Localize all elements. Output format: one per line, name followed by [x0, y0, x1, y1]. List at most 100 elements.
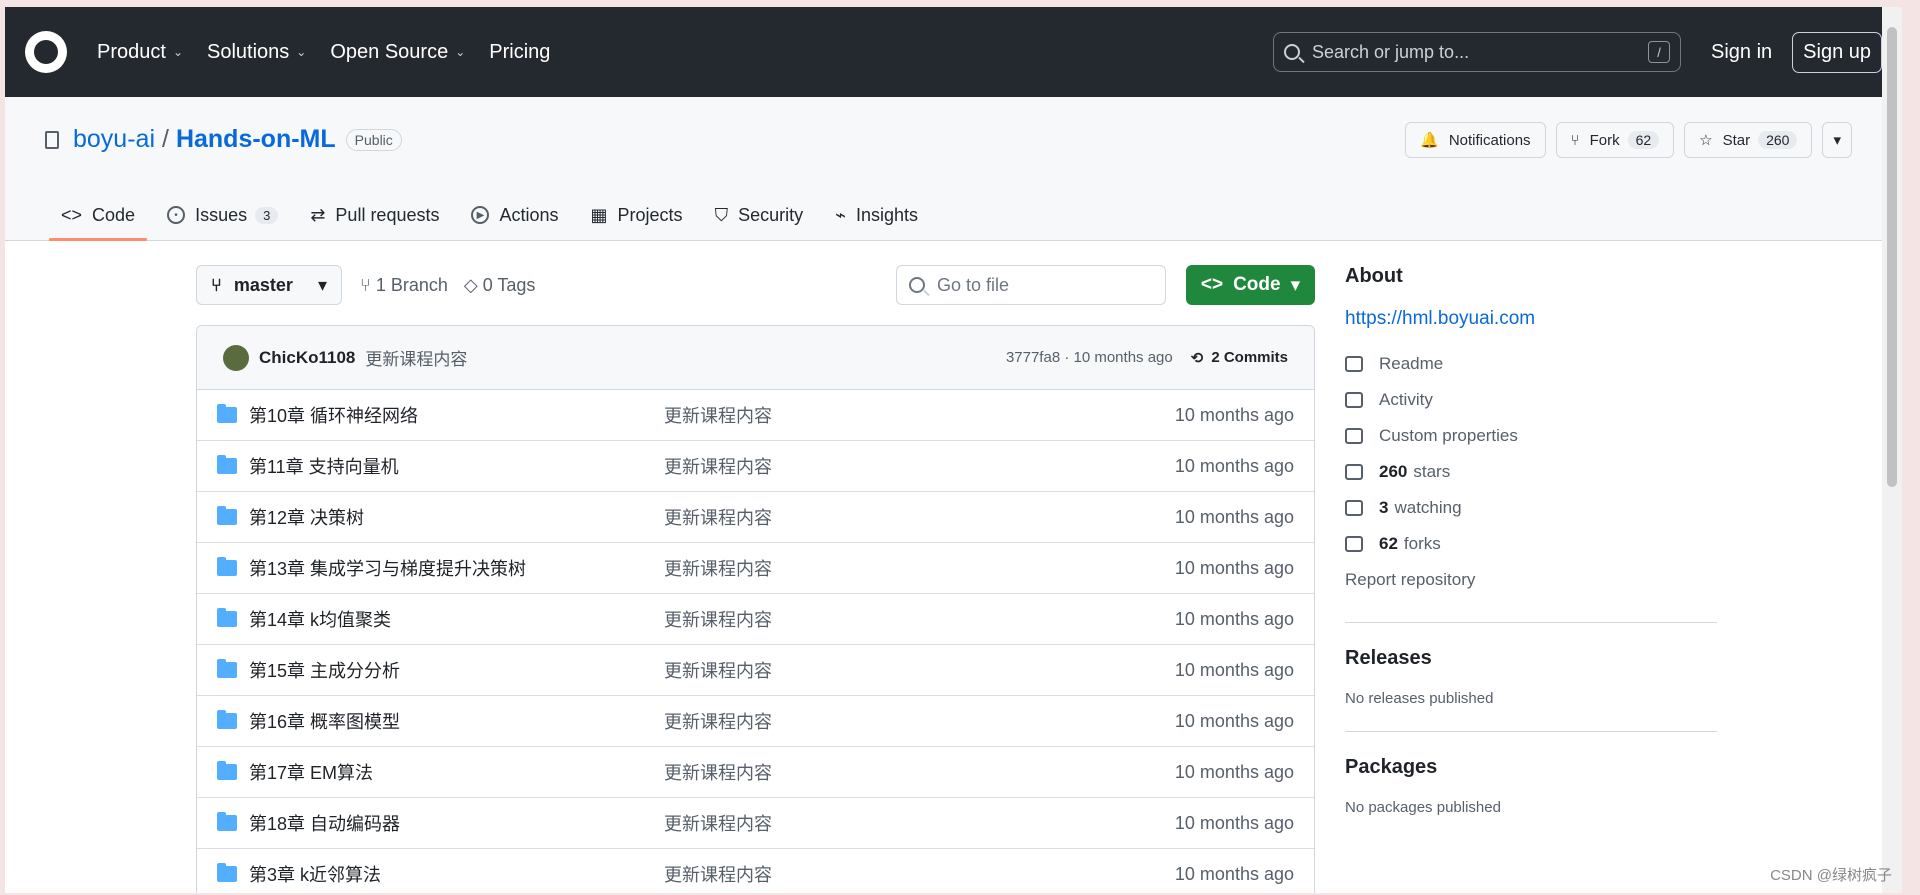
homepage-link[interactable]: https://hml.boyuai.com — [1345, 308, 1717, 330]
history-icon: ⟲ — [1190, 349, 1204, 367]
file-name[interactable]: 第13章 集成学习与梯度提升决策树 — [249, 555, 664, 581]
search-icon — [909, 277, 925, 293]
nav-open-source[interactable]: Open Source ⌄ — [330, 41, 465, 64]
file-name[interactable]: 第12章 决策树 — [249, 504, 664, 530]
tab-issues[interactable]: • Issues 3 — [155, 190, 290, 240]
repository-header: boyu-ai / Hands-on-ML Public 🔔 Notificati… — [5, 97, 1902, 241]
file-commit-message[interactable]: 更新课程内容 — [664, 453, 772, 479]
forks-link[interactable]: 62 forks — [1345, 526, 1717, 562]
packages-heading[interactable]: Packages — [1345, 756, 1717, 779]
table-row[interactable]: 第14章 k均值聚类 更新课程内容 10 months ago — [197, 594, 1314, 645]
sign-up-button[interactable]: Sign up — [1792, 31, 1882, 73]
file-table: ChicKo1108 更新课程内容 3777fa8 · 10 months ag… — [196, 325, 1315, 893]
releases-empty: No releases published — [1345, 690, 1494, 707]
path-separator: / — [162, 125, 169, 153]
notifications-button[interactable]: 🔔 Notifications — [1405, 122, 1546, 158]
file-name[interactable]: 第10章 循环神经网络 — [249, 402, 664, 428]
file-date: 10 months ago — [1174, 761, 1294, 782]
table-row[interactable]: 第3章 k近邻算法 更新课程内容 10 months ago — [197, 849, 1314, 893]
file-commit-message[interactable]: 更新课程内容 — [664, 708, 772, 734]
file-name[interactable]: 第17章 EM算法 — [249, 759, 664, 785]
about-sidebar: About https://hml.boyuai.com Readme Acti… — [1345, 265, 1717, 816]
releases-heading[interactable]: Releases — [1345, 647, 1717, 670]
tab-actions[interactable]: ▶ Actions — [459, 190, 570, 240]
commits-link[interactable]: ⟲ 2 Commits — [1191, 349, 1288, 367]
commit-message[interactable]: 更新课程内容 — [365, 345, 467, 370]
repo-owner-link[interactable]: boyu-ai — [73, 125, 155, 154]
stars-link[interactable]: 260 stars — [1345, 454, 1717, 490]
pulse-icon — [1345, 392, 1363, 408]
go-to-file-input[interactable]: Go to file — [896, 265, 1166, 305]
file-name[interactable]: 第18章 自动编码器 — [249, 810, 664, 836]
custom-properties-link[interactable]: Custom properties — [1345, 418, 1717, 454]
table-row[interactable]: 第18章 自动编码器 更新课程内容 10 months ago — [197, 798, 1314, 849]
file-name[interactable]: 第11章 支持向量机 — [249, 453, 664, 479]
repo-name-link[interactable]: Hands-on-ML — [176, 125, 336, 154]
branch-icon: ⑂ — [211, 274, 222, 295]
readme-link[interactable]: Readme — [1345, 346, 1717, 382]
file-commit-message[interactable]: 更新课程内容 — [664, 555, 772, 581]
activity-link[interactable]: Activity — [1345, 382, 1717, 418]
file-date: 10 months ago — [1174, 557, 1294, 578]
star-button[interactable]: ☆ Star 260 — [1684, 122, 1813, 158]
fork-button[interactable]: ⑂ Fork 62 — [1555, 122, 1675, 158]
avatar[interactable] — [223, 344, 249, 371]
file-name[interactable]: 第15章 主成分分析 — [249, 657, 664, 683]
report-repository-link[interactable]: Report repository — [1345, 562, 1717, 598]
file-name[interactable]: 第16章 概率图模型 — [249, 708, 664, 734]
table-row[interactable]: 第11章 支持向量机 更新课程内容 10 months ago — [197, 441, 1314, 492]
commit-hash-time[interactable]: 3777fa8 · 10 months ago — [1006, 349, 1173, 366]
fork-icon — [1345, 536, 1363, 552]
chevron-down-icon: ⌄ — [455, 45, 466, 59]
file-commit-message[interactable]: 更新课程内容 — [664, 402, 772, 428]
nav-solutions[interactable]: Solutions ⌄ — [207, 41, 306, 64]
table-row[interactable]: 第17章 EM算法 更新课程内容 10 months ago — [197, 747, 1314, 798]
file-commit-message[interactable]: 更新课程内容 — [664, 759, 772, 785]
table-row[interactable]: 第13章 集成学习与梯度提升决策树 更新课程内容 10 months ago — [197, 543, 1314, 594]
note-icon — [1345, 428, 1363, 444]
star-dropdown-button[interactable]: ▾ — [1822, 122, 1852, 158]
file-commit-message[interactable]: 更新课程内容 — [664, 504, 772, 530]
scrollbar-thumb[interactable] — [1887, 27, 1897, 487]
nav-product[interactable]: Product ⌄ — [97, 41, 183, 64]
shield-icon: ⛉ — [714, 204, 729, 225]
folder-icon — [217, 863, 237, 882]
folder-icon — [217, 761, 237, 780]
tags-link[interactable]: ◇ 0 Tags — [464, 275, 536, 296]
file-name[interactable]: 第3章 k近邻算法 — [249, 861, 664, 887]
file-commit-message[interactable]: 更新课程内容 — [664, 810, 772, 836]
folder-icon — [217, 506, 237, 525]
table-row[interactable]: 第10章 循环神经网络 更新课程内容 10 months ago — [197, 390, 1314, 441]
folder-icon — [217, 455, 237, 474]
tab-pull-requests[interactable]: ⇄ Pull requests — [298, 190, 451, 240]
issue-count: 3 — [255, 206, 279, 224]
global-search-input[interactable]: Search or jump to... / — [1273, 32, 1681, 72]
chevron-down-icon: ⌄ — [296, 45, 307, 59]
file-commit-message[interactable]: 更新课程内容 — [664, 861, 772, 887]
commit-author[interactable]: ChicKo1108 — [259, 348, 355, 368]
table-row[interactable]: 第12章 决策树 更新课程内容 10 months ago — [197, 492, 1314, 543]
table-row[interactable]: 第16章 概率图模型 更新课程内容 10 months ago — [197, 696, 1314, 747]
star-icon: ☆ — [1699, 132, 1713, 149]
vertical-scrollbar[interactable] — [1882, 7, 1902, 893]
tab-code[interactable]: <> Code — [49, 190, 148, 241]
branch-tag-meta: ⑂ 1 Branch ◇ 0 Tags — [360, 275, 535, 296]
file-name[interactable]: 第14章 k均值聚类 — [249, 606, 664, 632]
file-date: 10 months ago — [1174, 863, 1294, 884]
file-date: 10 months ago — [1174, 812, 1294, 833]
file-commit-message[interactable]: 更新课程内容 — [664, 657, 772, 683]
file-commit-message[interactable]: 更新课程内容 — [664, 606, 772, 632]
code-download-button[interactable]: <> Code ▾ — [1186, 265, 1315, 305]
code-icon: <> — [61, 204, 83, 225]
tab-projects[interactable]: ▦ Projects — [579, 190, 695, 240]
watching-link[interactable]: 3 watching — [1345, 490, 1717, 526]
tab-insights[interactable]: ⌁ Insights — [823, 190, 930, 240]
tab-security[interactable]: ⛉ Security — [703, 190, 816, 240]
github-logo-icon[interactable] — [25, 31, 67, 73]
branches-link[interactable]: ⑂ 1 Branch — [360, 275, 448, 296]
sign-in-link[interactable]: Sign in — [1711, 41, 1772, 64]
divider — [1345, 622, 1717, 623]
branch-selector[interactable]: ⑂ master ▾ — [196, 265, 342, 305]
table-row[interactable]: 第15章 主成分分析 更新课程内容 10 months ago — [197, 645, 1314, 696]
nav-pricing[interactable]: Pricing — [489, 41, 550, 64]
